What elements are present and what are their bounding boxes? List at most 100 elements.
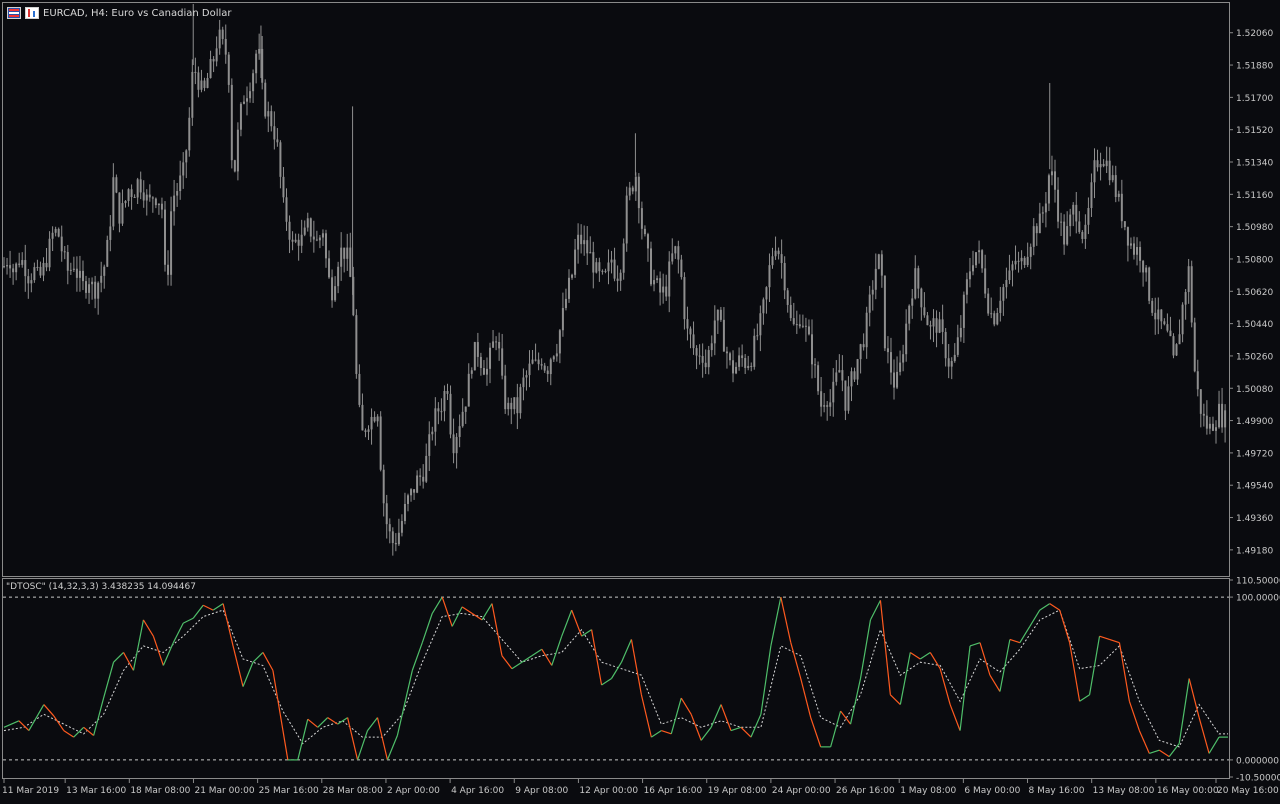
candle-body [1175, 344, 1178, 356]
candle-body [54, 228, 57, 233]
candle-body [653, 280, 656, 285]
candle-body [941, 319, 944, 332]
candle-body [637, 176, 640, 209]
time-tick-label: 6 May 00:00 [964, 786, 1020, 796]
osc-main-segment [297, 719, 309, 761]
osc-main-segment [1029, 609, 1041, 627]
candle-body [616, 278, 619, 281]
osc-main-segment [740, 726, 752, 738]
candle-body [103, 266, 106, 276]
osc-main-segment [386, 735, 398, 761]
osc-main-segment [780, 596, 792, 643]
price-tick-label: 1.50980 [1236, 223, 1273, 233]
candle-body [628, 187, 631, 196]
trading-chart-window[interactable]: 1.52060 1.51880 1.51700 1.51520 1.51340 1.511… [0, 0, 1280, 800]
price-axis[interactable]: 1.52060 1.51880 1.51700 1.51520 1.51340 1.511… [1229, 29, 1273, 556]
candle-body [899, 362, 902, 372]
candle-body [331, 277, 334, 301]
osc-main-segment [122, 652, 134, 671]
candle-body [771, 256, 774, 266]
candle-body [1181, 304, 1184, 335]
candle-body [725, 351, 728, 354]
candle-body [60, 236, 63, 252]
candle-body [911, 298, 914, 306]
candle-body [242, 101, 245, 104]
osc-main-segment [162, 642, 174, 666]
candle-body [504, 375, 507, 410]
candle-body [306, 218, 309, 228]
candle-body [121, 203, 124, 224]
osc-main-segment [561, 609, 573, 637]
symbol-menu-icon[interactable] [7, 7, 21, 19]
candle-body [932, 318, 935, 327]
osc-main-segment [242, 661, 254, 687]
oscillator-axis[interactable]: 110.500000 100.000000 0.000000 -10.500000 [1229, 577, 1280, 784]
candle-body [525, 375, 528, 378]
candle-body [1154, 312, 1157, 320]
candle-body [455, 436, 458, 454]
candle-body [151, 197, 154, 199]
osc-main-segment [571, 609, 583, 637]
candle-body [1014, 260, 1017, 265]
candle-body [255, 53, 258, 74]
candle-body [282, 176, 285, 198]
chart-canvas[interactable]: 1.52060 1.51880 1.51700 1.51520 1.51340 1.511… [0, 0, 1280, 800]
candle-body [428, 434, 431, 456]
chart-symbol-title: EURCAD, H4: Euro vs Canadian Dollar [43, 7, 232, 19]
candle-body [853, 371, 856, 380]
candle-body [893, 372, 896, 388]
candle-body [163, 209, 166, 265]
candle-body [449, 393, 452, 435]
candle-body [1190, 266, 1193, 323]
candle-body [458, 426, 461, 437]
time-axis[interactable]: 11 Mar 2019 13 Mar 16:00 18 Mar 08:00 21 Ma… [2, 779, 1279, 796]
candle-body [379, 416, 382, 470]
osc-main-segment [367, 717, 378, 731]
osc-main-segment [989, 674, 1001, 692]
candle-body [230, 84, 233, 161]
candle-body [212, 59, 215, 62]
candle-body [233, 160, 236, 172]
time-tick-label: 20 May 16:00 [1217, 786, 1279, 796]
time-tick-label: 12 Apr 00:00 [579, 786, 638, 796]
candle-body [39, 266, 42, 276]
candle-body [944, 331, 947, 359]
candle-body [1151, 300, 1154, 313]
candle-body [917, 268, 920, 289]
candle-body [176, 191, 179, 196]
indicator-label: "DTOSC" (14,32,3,3) 3.438235 14.094467 [6, 582, 196, 592]
candle-body [133, 196, 136, 198]
candle-body [261, 48, 264, 83]
candle-body [950, 361, 953, 367]
time-tick-label: 24 Apr 00:00 [772, 786, 831, 796]
candle-body [361, 404, 364, 431]
trade-panel-icon[interactable] [25, 7, 39, 19]
osc-main-segment [152, 635, 164, 666]
candle-body [209, 59, 212, 79]
candle-body [1187, 266, 1190, 293]
price-tick-label: 1.49540 [1236, 482, 1273, 492]
candle-body [239, 103, 242, 130]
candle-body [1075, 204, 1078, 222]
osc-main-segment [63, 730, 75, 738]
candle-body [640, 208, 643, 229]
candle-body [844, 380, 847, 411]
osc-main-segment [680, 697, 692, 715]
candle-body [722, 319, 725, 352]
candle-body [689, 328, 692, 335]
candle-body [1023, 257, 1026, 266]
osc-tick-label: -10.500000 [1236, 774, 1280, 784]
candle-body [561, 308, 564, 331]
candle-body [12, 268, 15, 273]
candle-body [883, 275, 886, 349]
candle-body [106, 239, 109, 267]
candle-body [543, 365, 546, 371]
osc-main-segment [491, 603, 503, 656]
candle-body [1102, 163, 1105, 167]
candle-body [1202, 413, 1205, 416]
candle-body [993, 313, 996, 325]
candle-body [841, 370, 844, 381]
candle-body [45, 262, 48, 268]
candle-body [498, 342, 501, 349]
osc-main-segment [212, 603, 224, 611]
